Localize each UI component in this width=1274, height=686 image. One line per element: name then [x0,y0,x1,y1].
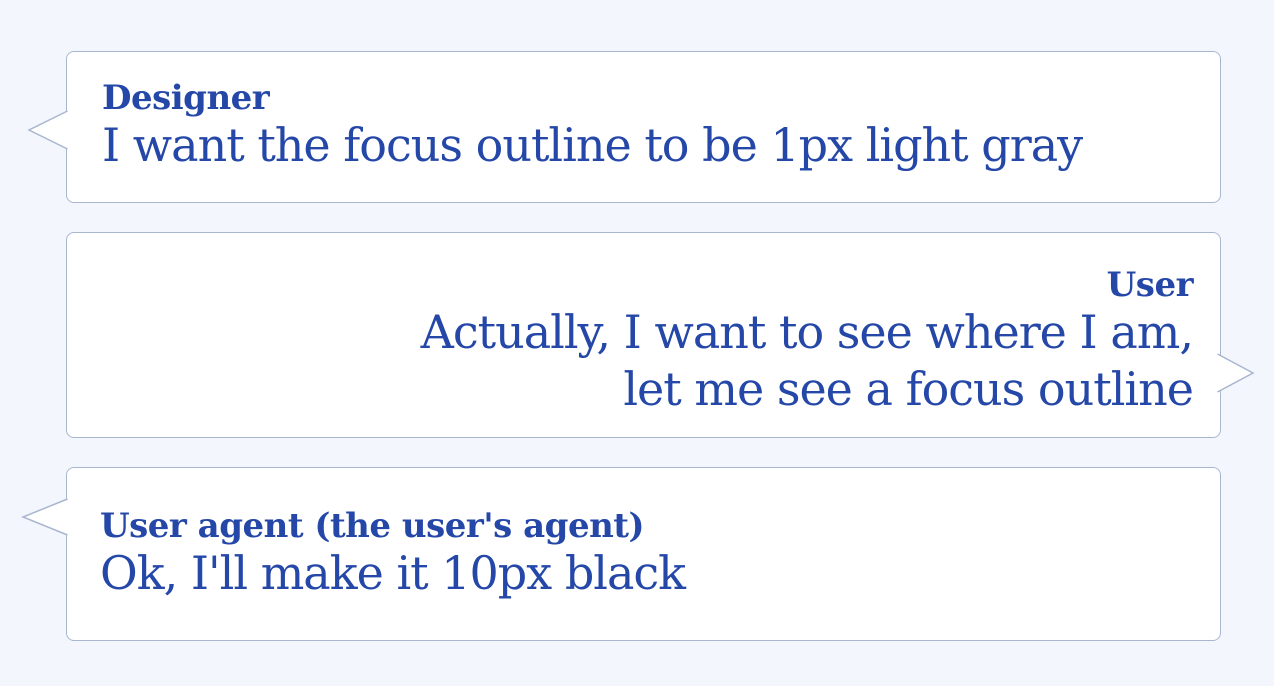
message-content: User Actually, I want to see where I am,… [420,265,1194,417]
message-line: I want the focus outline to be 1px light… [102,118,1083,173]
speech-tail-right [1217,353,1255,393]
speech-tail-left [27,110,68,150]
speaker-label: User agent (the user's agent) [100,506,645,546]
message-line: Actually, I want to see where I am, [420,305,1194,360]
message-line: Ok, I'll make it 10px black [100,546,686,601]
message-line: let me see a focus outline [623,361,1194,416]
speech-bubble-user: User Actually, I want to see where I am,… [66,232,1255,438]
speech-bubble-designer: Designer I want the focus outline to be … [27,51,1221,203]
message-content: User agent (the user's agent) Ok, I'll m… [100,506,686,602]
speech-tail-left [20,498,68,536]
speaker-label: User [1106,265,1194,305]
speaker-label: Designer [102,78,270,118]
message-content: Designer I want the focus outline to be … [102,78,1083,174]
speech-bubble-user-agent: User agent (the user's agent) Ok, I'll m… [20,467,1221,641]
